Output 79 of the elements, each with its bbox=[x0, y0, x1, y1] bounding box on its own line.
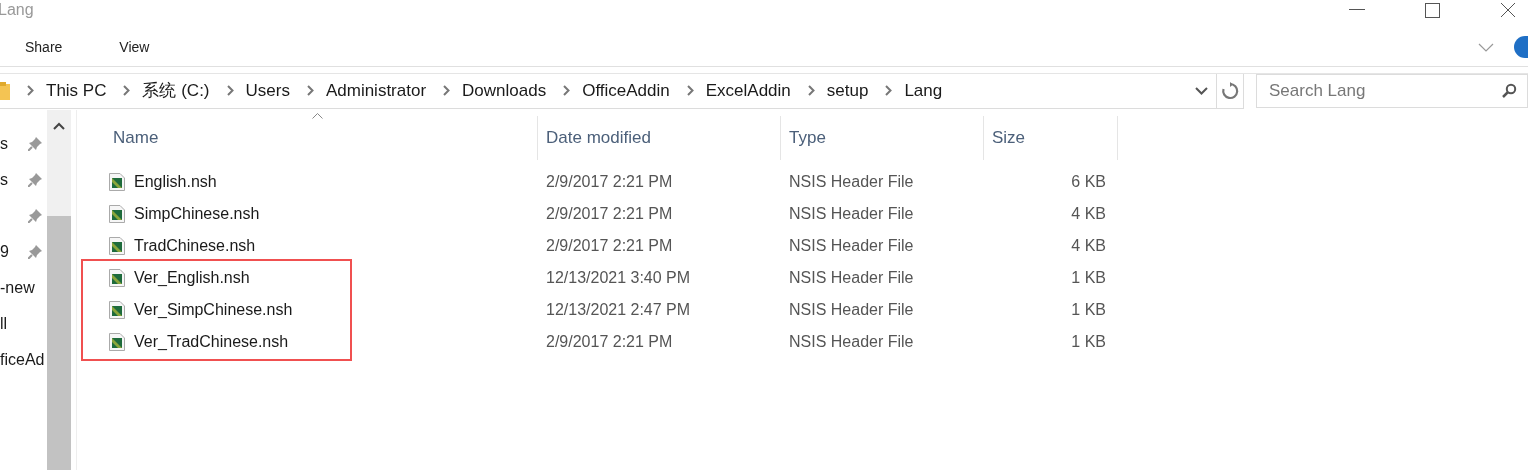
file-name[interactable]: English.nsh bbox=[134, 173, 217, 191]
type-cell: NSIS Header File bbox=[789, 237, 914, 255]
file-icon bbox=[109, 301, 125, 319]
folder-icon bbox=[0, 81, 10, 100]
sidebar-item[interactable]: -new bbox=[0, 279, 35, 297]
column-header[interactable]: Date modified bbox=[538, 116, 781, 160]
help-icon[interactable] bbox=[1514, 36, 1528, 58]
size-cell: 1 KB bbox=[1071, 301, 1106, 319]
column-header[interactable]: Size bbox=[984, 116, 1118, 160]
maximize-icon[interactable] bbox=[1425, 2, 1440, 18]
pin-icon[interactable] bbox=[28, 209, 42, 223]
breadcrumb[interactable]: setup bbox=[826, 80, 869, 101]
refresh-icon[interactable] bbox=[1221, 81, 1239, 100]
chevron-right-icon[interactable] bbox=[443, 85, 451, 96]
type-cell: NSIS Header File bbox=[789, 333, 914, 351]
chevron-right-icon[interactable] bbox=[885, 85, 893, 96]
chevron-right-icon[interactable] bbox=[807, 85, 815, 96]
date-cell: 12/13/2021 2:47 PM bbox=[546, 301, 691, 319]
chevron-right-icon[interactable] bbox=[123, 85, 131, 96]
column-header[interactable]: Type bbox=[781, 116, 984, 160]
date-cell: 2/9/2017 2:21 PM bbox=[546, 173, 673, 191]
close-icon[interactable] bbox=[1500, 2, 1516, 18]
breadcrumb[interactable]: Lang bbox=[904, 80, 943, 101]
chevron-right-icon[interactable] bbox=[306, 85, 314, 96]
date-cell: 12/13/2021 3:40 PM bbox=[546, 269, 691, 287]
type-cell: NSIS Header File bbox=[789, 173, 914, 191]
file-name[interactable]: Ver_TradChinese.nsh bbox=[134, 333, 289, 351]
size-cell: 1 KB bbox=[1071, 333, 1106, 351]
breadcrumb[interactable]: Downloads bbox=[462, 80, 547, 101]
file-name[interactable]: Ver_English.nsh bbox=[134, 269, 250, 287]
file-icon bbox=[109, 237, 125, 255]
search-icon bbox=[1501, 83, 1517, 99]
type-cell: NSIS Header File bbox=[789, 269, 914, 287]
sidebar-item[interactable]: ficeAd bbox=[0, 351, 45, 369]
dropdown-icon[interactable] bbox=[1195, 86, 1208, 95]
sort-ascending-icon bbox=[312, 113, 323, 119]
sidebar-item[interactable]: s bbox=[0, 135, 8, 153]
minimize-icon[interactable] bbox=[1349, 9, 1365, 11]
chevron-right-icon[interactable] bbox=[27, 85, 34, 96]
chevron-down-icon[interactable] bbox=[1478, 42, 1494, 52]
size-cell: 1 KB bbox=[1071, 269, 1106, 287]
search-field[interactable]: Search Lang bbox=[1256, 74, 1528, 108]
pin-icon[interactable] bbox=[28, 245, 42, 259]
breadcrumb[interactable]: ExcelAddin bbox=[705, 80, 791, 101]
size-cell: 6 KB bbox=[1071, 173, 1106, 191]
chevron-right-icon[interactable] bbox=[226, 85, 234, 96]
breadcrumb[interactable]: Users bbox=[245, 80, 290, 101]
scrollbar-thumb[interactable] bbox=[47, 216, 71, 470]
breadcrumb[interactable]: Administrator bbox=[325, 80, 427, 101]
breadcrumb[interactable]: This PC bbox=[46, 80, 107, 101]
sidebar-item[interactable]: s bbox=[0, 171, 8, 189]
date-cell: 2/9/2017 2:21 PM bbox=[546, 333, 673, 351]
file-icon bbox=[109, 269, 125, 287]
file-icon bbox=[109, 173, 125, 191]
scroll-up-icon[interactable] bbox=[53, 122, 65, 130]
pin-icon[interactable] bbox=[28, 173, 42, 187]
file-name[interactable]: SimpChinese.nsh bbox=[134, 205, 260, 223]
type-cell: NSIS Header File bbox=[789, 301, 914, 319]
pin-icon[interactable] bbox=[28, 137, 42, 151]
breadcrumb[interactable]: OfficeAddin bbox=[582, 80, 670, 101]
breadcrumb[interactable]: 系统 (C:) bbox=[142, 79, 210, 102]
sidebar-item[interactable]: ll bbox=[0, 315, 8, 333]
size-cell: 4 KB bbox=[1071, 237, 1106, 255]
scrollbar[interactable] bbox=[47, 110, 71, 470]
date-cell: 2/9/2017 2:21 PM bbox=[546, 205, 673, 223]
sidebar-item[interactable]: 9 bbox=[0, 243, 9, 261]
file-name[interactable]: Ver_SimpChinese.nsh bbox=[134, 301, 293, 319]
file-icon bbox=[109, 333, 125, 351]
column-header[interactable]: Name bbox=[105, 116, 538, 160]
chevron-right-icon[interactable] bbox=[563, 85, 571, 96]
ribbon-tab[interactable]: View bbox=[119, 35, 150, 59]
ribbon-tab[interactable]: Share bbox=[25, 35, 63, 59]
chevron-right-icon[interactable] bbox=[686, 85, 694, 96]
size-cell: 4 KB bbox=[1071, 205, 1106, 223]
window-title: Lang bbox=[0, 0, 34, 19]
file-icon bbox=[109, 205, 125, 223]
type-cell: NSIS Header File bbox=[789, 205, 914, 223]
date-cell: 2/9/2017 2:21 PM bbox=[546, 237, 673, 255]
file-name[interactable]: TradChinese.nsh bbox=[134, 237, 256, 255]
